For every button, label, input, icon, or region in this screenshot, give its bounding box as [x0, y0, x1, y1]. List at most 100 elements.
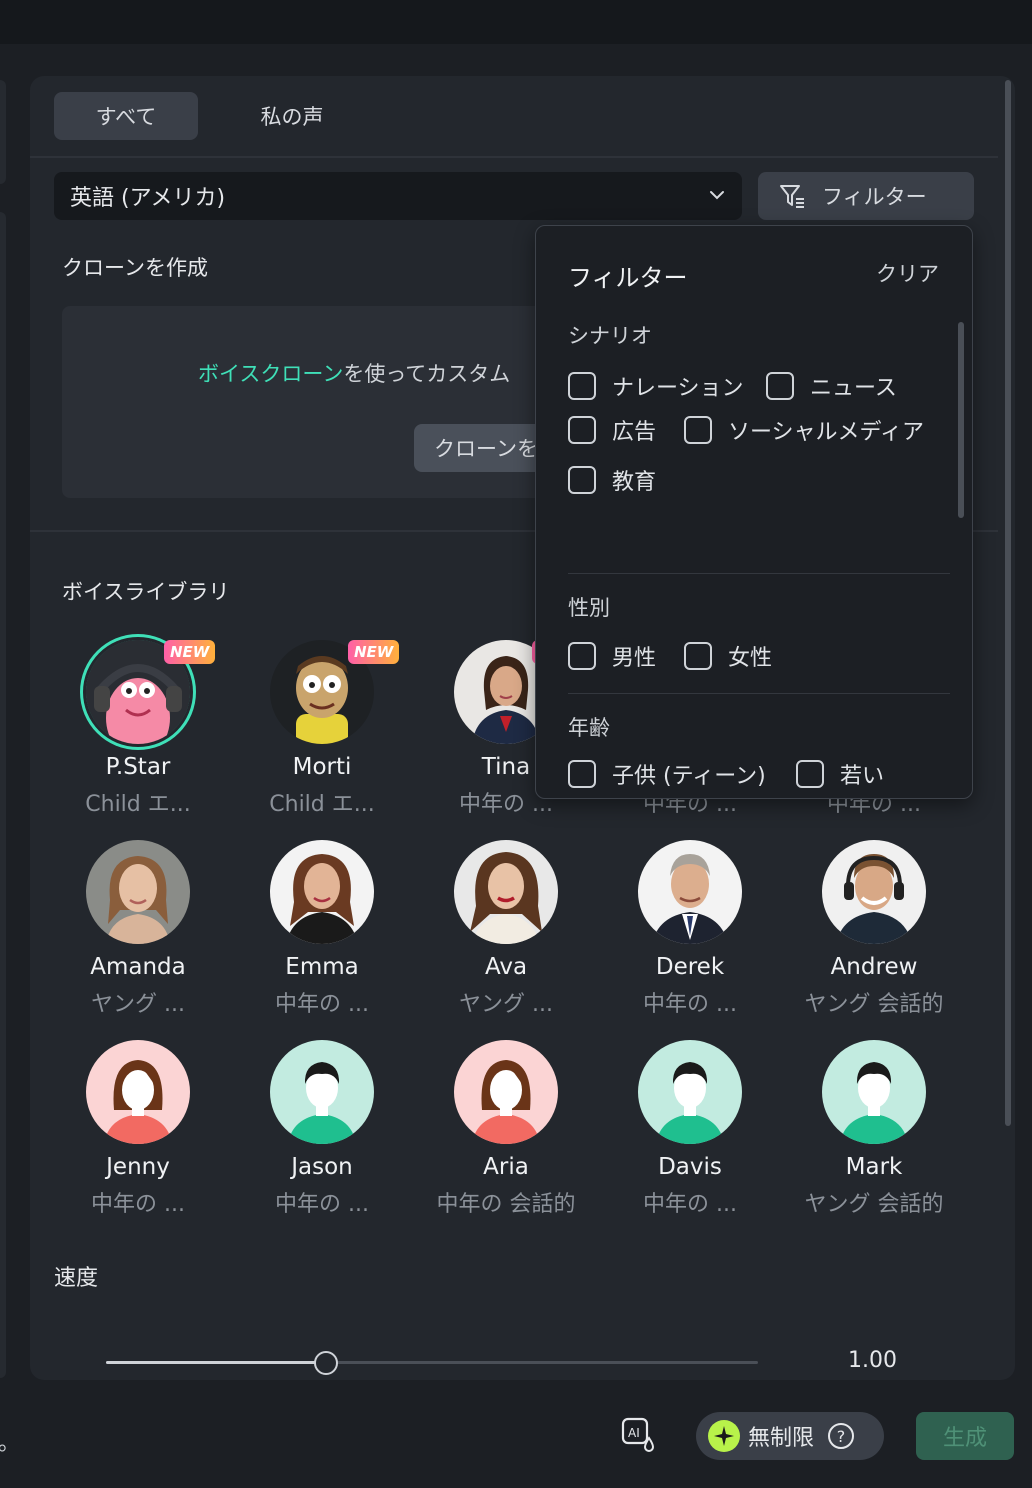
tab-all[interactable]: すべて [54, 92, 198, 140]
voice-name: Morti [292, 754, 352, 780]
voice-card-jenny[interactable]: Jenny 中年の ... [46, 1040, 230, 1230]
checkbox-label: 広告 [612, 420, 657, 445]
speed-slider-thumb[interactable] [313, 1351, 338, 1375]
clear-filters-button[interactable]: クリア [876, 258, 939, 288]
filter-button[interactable]: フィルター [758, 172, 974, 220]
checkbox-box [796, 760, 824, 788]
avatar [86, 1040, 190, 1144]
checkbox-young[interactable]: 若い [796, 758, 884, 790]
svg-text:AI: AI [628, 1426, 640, 1440]
clone-description-rest: を使ってカスタム [343, 362, 511, 386]
checkbox-ads[interactable]: 広告 [568, 414, 656, 446]
voice-description: Child エ... [269, 792, 375, 817]
voice-card-mark[interactable]: Mark ヤング 会話的 [782, 1040, 966, 1230]
voice-description: ヤング ... [91, 992, 185, 1017]
voice-description: 中年の ... [275, 1192, 369, 1217]
voice-name: Aria [483, 1154, 529, 1180]
avatar [270, 840, 374, 944]
voice-description: ヤング 会話的 [804, 1192, 944, 1217]
checkbox-label: 教育 [612, 470, 657, 495]
checkbox-label: 男性 [612, 646, 657, 671]
voice-name: Ava [484, 954, 528, 980]
generate-button[interactable]: 生成 [916, 1412, 1014, 1460]
speed-value: 1.00 [848, 1348, 897, 1373]
avatar [86, 840, 190, 944]
filter-button-label: フィルター [822, 185, 927, 209]
avatar [270, 1040, 374, 1144]
checkbox-label: 女性 [728, 646, 773, 671]
voice-name: Andrew [830, 954, 918, 980]
filter-divider [568, 573, 950, 574]
filter-section-title: 性別 [568, 596, 610, 620]
checkbox-box [568, 416, 596, 444]
filter-popup-title: フィルター [568, 264, 688, 292]
voice-name: Emma [285, 954, 359, 980]
voice-description: ヤング ... [459, 992, 553, 1017]
avatar [638, 840, 742, 944]
checkbox-box [568, 760, 596, 788]
avatar [454, 1040, 558, 1144]
filter-section-title: 年齢 [568, 716, 610, 740]
unlimited-plan-button[interactable]: 無制限 ? [696, 1412, 884, 1460]
voice-card-aria[interactable]: Aria 中年の 会話的 [414, 1040, 598, 1230]
voice-name: Mark [845, 1154, 903, 1180]
voice-name: Jason [291, 1154, 353, 1180]
voice-name: P.Star [105, 754, 171, 780]
filter-popup-scrollbar[interactable] [958, 322, 964, 518]
speed-slider[interactable] [106, 1351, 758, 1375]
voice-card-morti[interactable]: NEW Morti Child エ... [230, 640, 414, 830]
voice-name: Amanda [90, 954, 186, 980]
checkbox-female[interactable]: 女性 [684, 640, 772, 672]
voice-description: ヤング 会話的 [804, 992, 944, 1017]
avatar [638, 1040, 742, 1144]
chevron-down-icon [710, 191, 724, 200]
voice-name: Derek [655, 954, 725, 980]
clone-section-title: クローンを作成 [62, 256, 208, 280]
language-select-value: 英語 (アメリカ) [70, 186, 226, 211]
voice-card-amanda[interactable]: Amanda ヤング ... [46, 840, 230, 1030]
checkbox-label: ニュース [810, 376, 897, 401]
checkbox-box [684, 416, 712, 444]
checkbox-child[interactable]: 子供 (ティーン) [568, 758, 766, 790]
voice-card-davis[interactable]: Davis 中年の ... [598, 1040, 782, 1230]
panel-scrollbar[interactable] [1005, 80, 1011, 1126]
tab-divider [30, 156, 998, 158]
spark-icon [708, 1420, 740, 1452]
side-panel-edge [0, 212, 6, 1378]
speed-label: 速度 [54, 1266, 99, 1291]
voice-name: Davis [658, 1154, 722, 1180]
filter-icon [780, 185, 804, 208]
voice-card-jason[interactable]: Jason 中年の ... [230, 1040, 414, 1230]
checkbox-male[interactable]: 男性 [568, 640, 656, 672]
voice-description: 中年の ... [643, 992, 737, 1017]
voice-card-ava[interactable]: Ava ヤング ... [414, 840, 598, 1030]
voice-description: Child エ... [85, 792, 191, 817]
voice-name: Jenny [106, 1154, 170, 1180]
help-icon[interactable]: ? [828, 1423, 855, 1449]
checkbox-box [684, 642, 712, 670]
unlimited-label: 無制限 [748, 1426, 815, 1451]
checkbox-news[interactable]: ニュース [766, 370, 897, 402]
voice-card-andrew[interactable]: Andrew ヤング 会話的 [782, 840, 966, 1030]
voice-description: 中年の ... [275, 992, 369, 1017]
window-title-bar [0, 0, 1032, 44]
checkbox-narration[interactable]: ナレーション [568, 370, 744, 402]
checkbox-education[interactable]: 教育 [568, 464, 656, 496]
language-select[interactable]: 英語 (アメリカ) [54, 172, 742, 220]
filter-popup: フィルター クリア シナリオ ナレーション ニュース 広告 ソーシャルメディア … [535, 225, 973, 799]
tab-my-voices[interactable]: 私の声 [220, 92, 364, 140]
voice-clone-link[interactable]: ボイスクローン [198, 362, 343, 386]
voice-card-derek[interactable]: Derek 中年の ... [598, 840, 782, 1030]
checkbox-box [766, 372, 794, 400]
checkbox-social-media[interactable]: ソーシャルメディア [684, 414, 924, 446]
checkbox-box [568, 372, 596, 400]
voice-description: 中年の ... [643, 1192, 737, 1217]
checkbox-box [568, 466, 596, 494]
checkbox-box [568, 642, 596, 670]
voice-card-pstar[interactable]: NEW P.Star Child エ... [46, 640, 230, 830]
checkbox-label: 若い [840, 764, 885, 789]
voice-description: 中年の 会話的 [436, 1192, 576, 1217]
voice-description: 中年の ... [91, 1192, 185, 1217]
voice-card-emma[interactable]: Emma 中年の ... [230, 840, 414, 1030]
ai-voice-icon[interactable]: AI [620, 1416, 658, 1454]
